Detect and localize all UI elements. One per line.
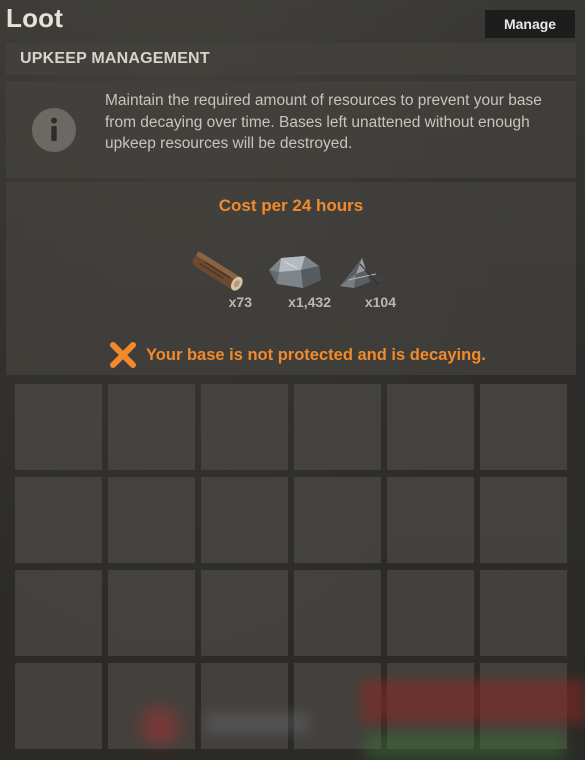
inventory-slot[interactable] (108, 477, 195, 563)
stone-resource[interactable]: x1,432 (261, 250, 331, 316)
inventory-slot[interactable] (387, 477, 474, 563)
inventory-slot[interactable] (387, 384, 474, 470)
upkeep-info-panel: Maintain the required amount of resource… (6, 81, 576, 178)
inventory-slot[interactable] (201, 570, 288, 656)
upkeep-info-text: Maintain the required amount of resource… (105, 92, 542, 152)
inventory-slot[interactable] (108, 663, 195, 749)
inventory-slot[interactable] (480, 384, 567, 470)
inventory-slot[interactable] (108, 384, 195, 470)
inventory-slot[interactable] (480, 663, 567, 749)
inventory-slot[interactable] (294, 663, 381, 749)
inventory-slot[interactable] (15, 570, 102, 656)
inventory-slot[interactable] (15, 384, 102, 470)
inventory-slot[interactable] (108, 570, 195, 656)
inventory-slot[interactable] (480, 570, 567, 656)
inventory-slot[interactable] (201, 477, 288, 563)
upkeep-cost-panel: Cost per 24 hours x73 x1,432 x104 Your b… (6, 182, 576, 375)
upkeep-section-header: UPKEEP MANAGEMENT (6, 43, 576, 75)
inventory-slot[interactable] (201, 663, 288, 749)
x-mark-icon (110, 342, 136, 368)
loot-header: Loot Manage (0, 0, 585, 40)
metal-amount: x104 (364, 294, 396, 310)
upkeep-header-label: UPKEEP MANAGEMENT (20, 50, 210, 67)
inventory-slot[interactable] (480, 477, 567, 563)
inventory-slot[interactable] (294, 570, 381, 656)
window-title: Loot (6, 3, 64, 33)
inventory-slot[interactable] (387, 663, 474, 749)
wood-log-icon (192, 251, 243, 291)
inventory-grid (15, 384, 575, 760)
metal-fragments-icon (340, 258, 388, 288)
decay-warning-text: Your base is not protected and is decayi… (146, 345, 486, 364)
decay-warning: Your base is not protected and is decayi… (108, 340, 486, 370)
inventory-slot[interactable] (387, 570, 474, 656)
wood-resource[interactable]: x73 (182, 250, 252, 316)
manage-button[interactable]: Manage (485, 10, 575, 38)
inventory-slot[interactable] (294, 384, 381, 470)
inventory-slot[interactable] (294, 477, 381, 563)
inventory-slot[interactable] (15, 477, 102, 563)
info-icon (32, 108, 76, 152)
stone-amount: x1,432 (288, 294, 331, 310)
inventory-slot[interactable] (201, 384, 288, 470)
cost-title: Cost per 24 hours (218, 196, 364, 215)
metal-resource[interactable]: x104 (326, 250, 396, 316)
stone-icon (269, 256, 321, 288)
inventory-slot[interactable] (15, 663, 102, 749)
wood-amount: x73 (228, 294, 252, 310)
